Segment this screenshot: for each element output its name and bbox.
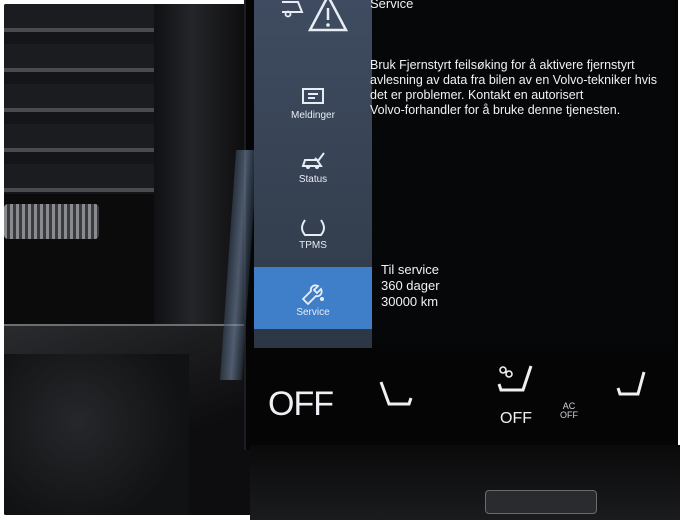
sidebar-item-meldinger[interactable]: Meldinger (254, 86, 372, 148)
car-check-icon (301, 152, 325, 169)
fan-off-button[interactable]: OFF (268, 385, 334, 424)
ac-off-label: OFF (560, 410, 578, 420)
center-console (250, 445, 680, 520)
remote-diagnostics-info: Bruk Fjernstyrt feilsøking for å aktiver… (370, 58, 657, 117)
ac-button[interactable]: AC OFF (560, 402, 578, 420)
sidebar-item-label: Service (296, 307, 330, 318)
sidebar-item-label: Meldinger (291, 110, 335, 121)
sidebar-item-label: Status (298, 174, 328, 185)
tire-pressure-icon (301, 219, 325, 236)
service-status-title: Til service (381, 262, 440, 277)
seat-heating-icon[interactable] (493, 362, 537, 408)
page-title: Service (370, 0, 414, 11)
service-distance-remaining: 30000 km (381, 294, 439, 309)
seat-heating-off-button[interactable]: OFF (500, 410, 532, 428)
service-status: Til service 360 dager 30000 km (381, 262, 440, 310)
sidebar: Meldinger Status TPMS Service (254, 0, 372, 348)
warning-triangle-icon (282, 0, 348, 32)
seat-icon[interactable] (375, 378, 415, 414)
sidebar-item-label: TPMS (299, 240, 327, 251)
air-vent (4, 4, 154, 194)
leather-panel (4, 354, 189, 515)
console-button[interactable] (485, 490, 597, 514)
service-days-remaining: 360 dager (381, 278, 440, 293)
sidebar-item-status[interactable]: Status (254, 150, 372, 212)
message-icon (302, 88, 324, 104)
vent-dial (4, 204, 99, 239)
sidebar-item-warnings[interactable] (254, 0, 372, 62)
wrench-icon (301, 284, 324, 305)
rear-seat-icon[interactable] (614, 368, 650, 404)
sidebar-item-service[interactable]: Service (254, 267, 372, 329)
